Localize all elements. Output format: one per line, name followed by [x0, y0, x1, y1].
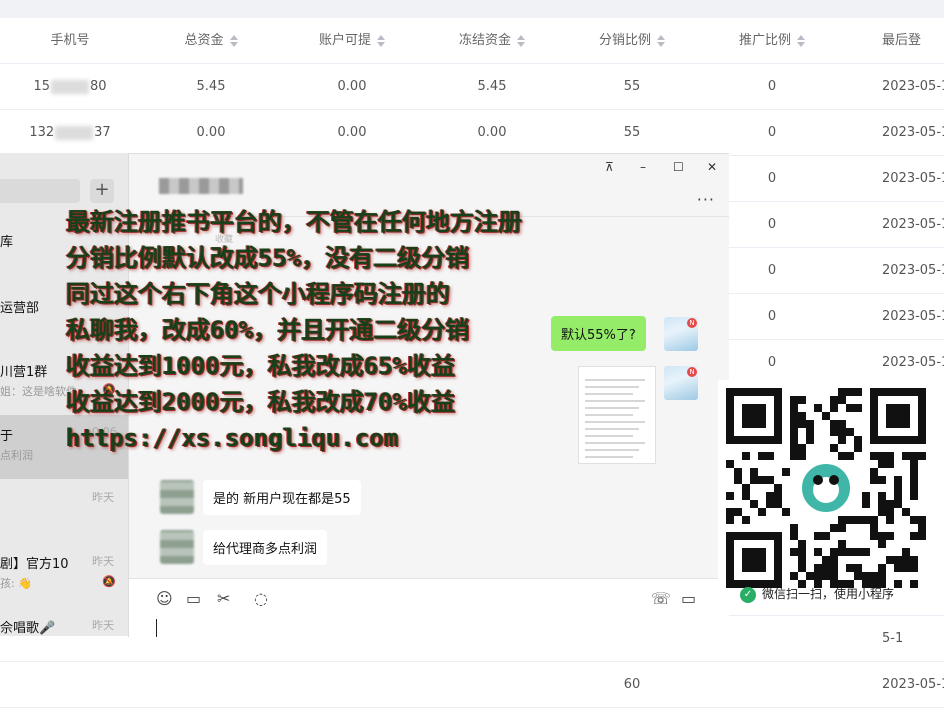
col-promotion-ratio[interactable]: 推广比例 [702, 18, 842, 63]
chat-item-time: 昨天 [92, 619, 114, 632]
scissors-icon[interactable]: ✂ [217, 589, 230, 608]
message-input[interactable]: ☺ ▭ ✂ ◌ ☏ ▭ [129, 579, 729, 637]
qr-code-image[interactable] [726, 388, 926, 588]
cell-promo [702, 662, 842, 707]
cell-frozen: 5.45 [477, 79, 507, 94]
chat-item-title: 剧】官方10 [0, 557, 69, 572]
minimize-icon[interactable]: – [640, 160, 646, 174]
cell-withdrawable: 0.00 [337, 79, 367, 94]
table-row[interactable]: 60 2023-05-1 [0, 662, 944, 708]
add-chat-button[interactable]: + [90, 179, 114, 203]
folder-icon[interactable]: ▭ [186, 589, 201, 608]
cell-last: 2023-05-16 [882, 125, 944, 140]
cell-last: 2023-05-1 [882, 677, 944, 692]
message-bubble-other[interactable]: 是的 新用户现在都是55 [203, 480, 361, 515]
chat-item-title: 于 [0, 429, 14, 444]
text-caret [156, 619, 157, 637]
page-top-bar [0, 0, 944, 18]
table-row[interactable]: 1580 5.45 0.00 5.45 55 0 2023-05-16 [0, 64, 944, 110]
mute-icon: 🔕 [102, 575, 116, 588]
video-icon[interactable]: ▭ [681, 589, 696, 608]
cell-total: 5.45 [196, 79, 226, 94]
sort-icon[interactable] [229, 34, 238, 47]
sort-icon[interactable] [657, 34, 665, 47]
promo-line: 私聊我，改成60%，并且开通二级分销 [66, 316, 470, 344]
mini-program-qr-card[interactable]: ✓ 微信扫一扫，使用小程序 [718, 380, 944, 612]
cell-last: 2023-05-12 [882, 263, 944, 278]
wechat-icon: ✓ [740, 586, 756, 603]
promo-overlay-text: 最新注册推书平台的，不管在任何地方注册 分销比例默认改成55%，没有二级分销 同… [66, 204, 522, 456]
chat-search-input[interactable] [0, 179, 80, 203]
col-frozen-funds[interactable]: 冻结资金 [422, 18, 562, 63]
col-total-funds[interactable]: 总资金 [140, 18, 282, 63]
chat-title-blurred [159, 178, 243, 194]
cell-withdrawable [282, 662, 422, 707]
chat-list-item[interactable]: 佘唱歌🎤 昨天 [0, 607, 128, 636]
maximize-icon[interactable]: ☐ [673, 160, 684, 174]
promo-line: 最新注册推书平台的，不管在任何地方注册 [66, 208, 522, 236]
redacted-blur [55, 125, 94, 140]
avatar[interactable] [664, 317, 698, 351]
sort-icon[interactable] [797, 34, 805, 47]
chat-item-sub: 孩: 👋 [0, 577, 32, 590]
cell-withdrawable: 0.00 [337, 125, 367, 140]
cell-total: 0.00 [196, 125, 226, 140]
table-header-row: 手机号 总资金 账户可提 冻结资金 分销比例 推广比例 最后登 [0, 18, 944, 64]
cell-dist: 60 [623, 677, 641, 692]
close-icon[interactable]: ✕ [707, 160, 717, 174]
cell-promo: 0 [767, 79, 777, 94]
promo-line: 收益达到1000元，私我改成65%收益 [66, 352, 456, 380]
emoji-icon[interactable]: ☺ [156, 589, 173, 608]
cell-phone [0, 662, 140, 707]
cell-phone: 132 37 [29, 125, 111, 140]
cell-last: 2023-05-16 [882, 79, 944, 94]
chat-item-sub: 点利润 [0, 449, 33, 462]
col-last-login: 最后登 [882, 33, 922, 48]
chat-list-item[interactable]: 剧】官方10 孩: 👋 昨天 🔕 [0, 543, 128, 607]
cell-last: 2023-05-12 [882, 309, 944, 324]
promo-url[interactable]: https://xs.songliqu.com [66, 420, 522, 456]
message-bubble-other[interactable]: 给代理商多点利润 [203, 530, 328, 565]
cell-phone: 15 80 [33, 79, 107, 94]
col-withdrawable[interactable]: 账户可提 [282, 18, 422, 63]
cell-frozen [422, 662, 562, 707]
table-row[interactable]: 13237 0.00 0.00 0.00 55 0 2023-05-16 [0, 110, 944, 156]
col-distribution-ratio[interactable]: 分销比例 [562, 18, 702, 63]
cell-dist: 55 [623, 79, 641, 94]
cell-promo: 0 [767, 125, 777, 140]
message-bubble-self[interactable]: 默认55%了? [551, 316, 646, 351]
chat-item-title: 库 [0, 235, 14, 250]
chat-item-title: 佘唱歌🎤 [0, 621, 56, 636]
chat-item-time: 昨天 [92, 491, 114, 504]
chat-item-time: 昨天 [92, 555, 114, 568]
promo-line: 同过这个右下角这个小程序码注册的 [66, 280, 450, 308]
phone-icon[interactable]: ☏ [651, 589, 671, 608]
chat-list-item[interactable]: 昨天 [0, 479, 128, 543]
cell-dist: 55 [623, 125, 641, 140]
cell-last: 5-1 [882, 631, 904, 646]
cell-last: 2023-05-16 [882, 171, 944, 186]
cell-frozen: 0.00 [477, 125, 507, 140]
more-icon[interactable]: ··· [697, 190, 715, 209]
redacted-blur [51, 79, 89, 94]
pin-icon[interactable]: ⊼ [605, 160, 614, 174]
cell-total [140, 662, 282, 707]
avatar[interactable] [664, 366, 698, 400]
promo-line: 收益达到2000元，私我改成70%收益 [66, 388, 456, 416]
promo-line: 分销比例默认改成55%，没有二级分销 [66, 244, 470, 272]
avatar[interactable] [160, 480, 194, 514]
spreadsheet-image-message[interactable] [578, 366, 656, 464]
chat-item-title: 川营1群 [0, 365, 48, 380]
chat-bubble-icon[interactable]: ◌ [254, 589, 268, 608]
cell-last: 2023-05-12 [882, 355, 944, 370]
chat-item-title: 运营部 [0, 301, 40, 316]
avatar[interactable] [160, 530, 194, 564]
qr-caption: ✓ 微信扫一扫，使用小程序 [740, 585, 894, 603]
sort-icon[interactable] [517, 34, 525, 47]
cell-last: 2023-05-12 [882, 217, 944, 232]
col-phone: 手机号 [50, 33, 90, 48]
sort-icon[interactable] [377, 34, 385, 47]
